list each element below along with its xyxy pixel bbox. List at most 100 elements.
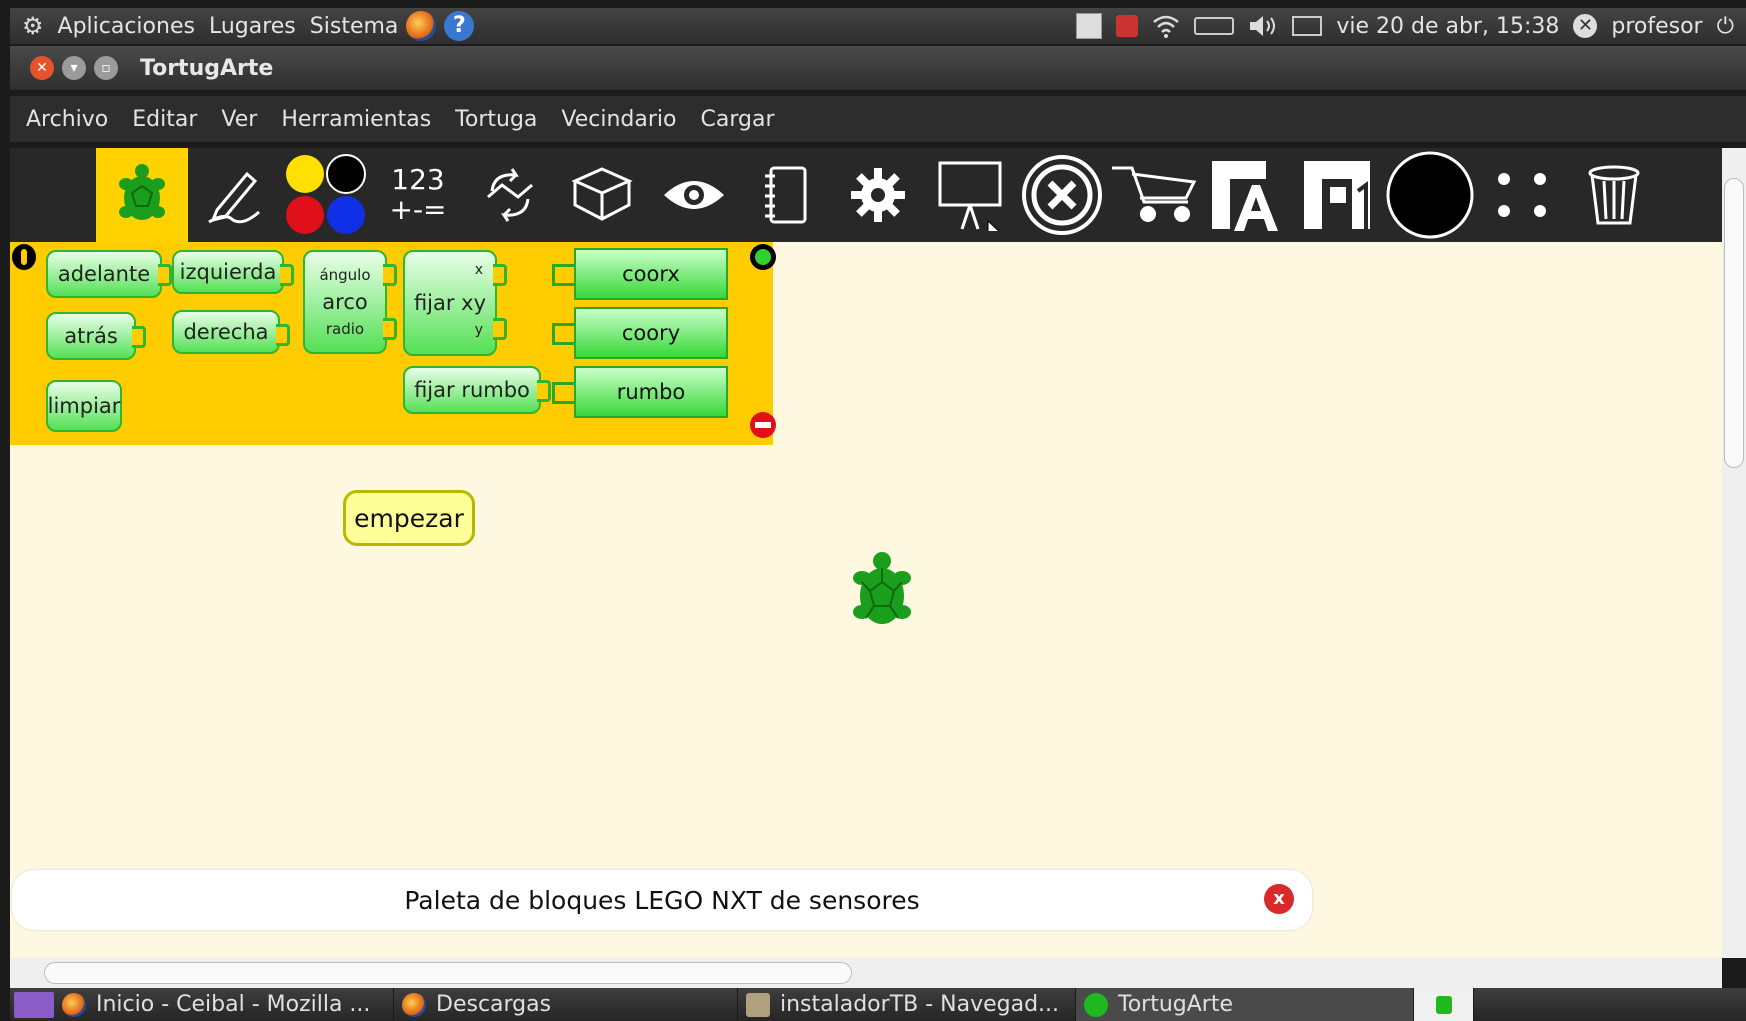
top-panel: ⚙ Aplicaciones Lugares Sistema ? vie 20 … [10, 8, 1746, 44]
black-circle-button[interactable] [1384, 148, 1476, 242]
clock[interactable]: vie 20 de abr, 15:38 [1336, 14, 1559, 39]
cart-icon [1112, 166, 1197, 222]
menu-aplicaciones[interactable]: Aplicaciones [58, 14, 195, 39]
maximize-window-button[interactable]: ▫ [94, 56, 118, 80]
palette-orientation-icon[interactable] [12, 244, 36, 270]
presentation-button[interactable] [924, 148, 1016, 242]
dots-button[interactable] [1476, 148, 1568, 242]
network-error-icon[interactable] [1116, 15, 1139, 37]
menu-herramientas[interactable]: Herramientas [273, 107, 439, 132]
turtle-palette-button[interactable] [96, 148, 188, 242]
window-titlebar[interactable]: ✕ ▾ ▫ TortugArte [10, 46, 1746, 90]
help-icon[interactable]: ? [444, 11, 475, 41]
menu-ver[interactable]: Ver [213, 107, 265, 132]
stop-button[interactable] [1016, 148, 1108, 242]
power-icon[interactable]: ⏻ [1717, 14, 1734, 39]
block-rumbo[interactable]: rumbo [552, 366, 728, 418]
flow-palette-icon [487, 168, 533, 222]
palette-next-icon[interactable] [750, 244, 776, 270]
numbers-palette-icon: 123 +-= [389, 163, 447, 226]
status-message: Paleta de bloques LEGO NXT de sensores [404, 885, 920, 915]
sensors-palette-icon [664, 181, 724, 209]
block-coorx[interactable]: coorx [552, 248, 728, 300]
font-a-icon [1212, 161, 1278, 231]
numbers-palette-button[interactable]: 123 +-= [372, 148, 464, 242]
flow-palette-button[interactable] [464, 148, 556, 242]
block-derecha[interactable]: derecha [172, 310, 290, 354]
block-palette: adelante izquierda ángulo arco radio fij… [10, 242, 776, 445]
menu-editar[interactable]: Editar [124, 107, 205, 132]
horizontal-scroll-thumb[interactable] [44, 962, 852, 984]
mail-icon[interactable] [1292, 16, 1323, 36]
menu-cargar[interactable]: Cargar [693, 107, 783, 132]
task-descargas[interactable]: Descargas [394, 988, 738, 1021]
block-atras[interactable]: atrás [46, 312, 146, 360]
firefox-icon [62, 992, 86, 1017]
task-instaladortb[interactable]: instaladorTB - Navegad... [738, 988, 1076, 1021]
window-title: TortugArte [140, 55, 274, 81]
block-fijar-xy[interactable]: fijar xy x y [403, 250, 507, 356]
ubuntu-logo-icon[interactable]: ⚙ [22, 12, 44, 40]
user-name[interactable]: profesor [1611, 14, 1702, 39]
firefox-icon[interactable] [406, 11, 437, 41]
minimize-window-button[interactable]: ▾ [62, 56, 86, 80]
menu-archivo[interactable]: Archivo [18, 107, 116, 132]
menu-lugares[interactable]: Lugares [209, 14, 296, 39]
start-block[interactable]: empezar [343, 490, 475, 546]
sensors-palette-button[interactable] [648, 148, 740, 242]
colors-palette-icon [286, 154, 366, 234]
cart-button[interactable] [1108, 148, 1200, 242]
turtle-icon [1435, 995, 1452, 1014]
black-circle-icon [1386, 151, 1474, 239]
status-close-button[interactable]: x [1264, 884, 1294, 914]
dots-icon [1498, 173, 1546, 217]
menu-vecindario[interactable]: Vecindario [553, 107, 684, 132]
blocks-palette-icon [571, 167, 633, 221]
menubar: Archivo Editar Ver Herramientas Tortuga … [10, 96, 1746, 142]
media-palette-icon [765, 166, 807, 224]
close-window-button[interactable]: ✕ [30, 56, 54, 80]
font-a-button[interactable] [1200, 148, 1292, 242]
screen: ⚙ Aplicaciones Lugares Sistema ? vie 20 … [0, 0, 1746, 1021]
block-coory[interactable]: coory [552, 307, 728, 359]
turtle-icon[interactable] [850, 550, 914, 632]
colors-palette-button[interactable] [280, 148, 372, 242]
vertical-scroll-thumb[interactable] [1724, 178, 1744, 468]
system-tray: vie 20 de abr, 15:38 ✕ profesor ⏻ [1076, 8, 1746, 44]
vertical-scrollbar[interactable] [1722, 148, 1746, 958]
turtle-palette-icon [119, 164, 165, 220]
palette-toolbar: 123 +-= [10, 148, 1722, 242]
task-indicator[interactable] [1414, 988, 1474, 1021]
task-tortugarte[interactable]: TortugArte [1076, 988, 1414, 1021]
stop-icon [1022, 155, 1102, 235]
volume-icon[interactable] [1248, 14, 1278, 38]
block-adelante[interactable]: adelante [46, 250, 172, 298]
trash-icon [1588, 165, 1640, 225]
block-fijar-rumbo[interactable]: fijar rumbo [403, 366, 551, 414]
pen-palette-icon [208, 171, 260, 224]
block-izquierda[interactable]: izquierda [172, 250, 294, 294]
extras-palette-button[interactable] [832, 148, 924, 242]
show-desktop-icon[interactable] [14, 991, 54, 1018]
blocks-palette-button[interactable] [556, 148, 648, 242]
block-limpiar[interactable]: limpiar [46, 380, 122, 432]
horizontal-scrollbar[interactable] [10, 958, 1722, 988]
user-status-icon[interactable]: ✕ [1573, 14, 1598, 38]
taskbar: Inicio - Ceibal - Mozilla ... Descargas … [10, 988, 1746, 1021]
canvas[interactable]: adelante izquierda ángulo arco radio fij… [10, 242, 1722, 960]
workspace-icon[interactable] [1076, 13, 1103, 39]
trash-button[interactable] [1568, 148, 1660, 242]
block-arco[interactable]: ángulo arco radio [303, 250, 397, 354]
font-one-button[interactable] [1292, 148, 1384, 242]
firefox-icon [402, 992, 426, 1017]
menu-sistema[interactable]: Sistema [310, 14, 399, 39]
menu-tortuga[interactable]: Tortuga [447, 107, 545, 132]
battery-icon[interactable] [1194, 17, 1235, 35]
pen-palette-button[interactable] [188, 148, 280, 242]
palette-hide-icon[interactable] [750, 412, 776, 438]
task-firefox[interactable]: Inicio - Ceibal - Mozilla ... [54, 988, 394, 1021]
wifi-icon[interactable] [1152, 14, 1180, 38]
media-palette-button[interactable] [740, 148, 832, 242]
presentation-icon [938, 161, 1002, 231]
